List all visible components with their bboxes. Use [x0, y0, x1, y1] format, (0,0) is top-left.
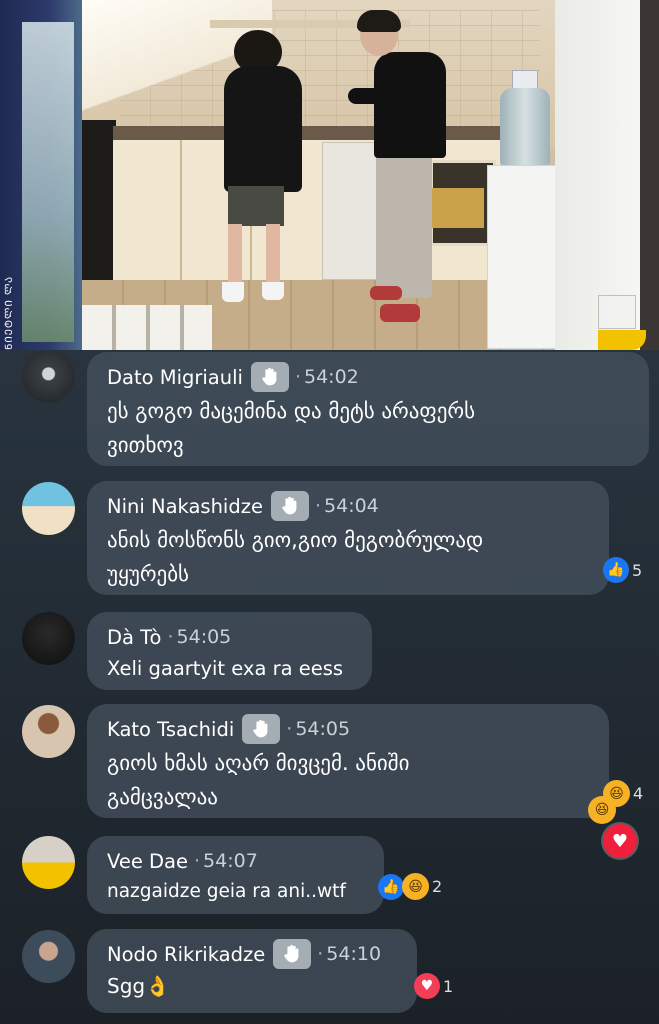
person-sock [222, 282, 244, 302]
live-video-player[interactable]: ᲜᲘᲔᲢᲚᲘ ᲚᲐ [0, 0, 659, 350]
person-leg [266, 224, 280, 286]
reaction-summary[interactable]: ♥ 1 [414, 973, 453, 999]
person-leg [228, 224, 242, 286]
oven-towel [432, 188, 484, 228]
comment-bubble[interactable]: Dato Migriauli 54:02 ეს გოგო მაცემინა და… [87, 352, 649, 466]
comment-bubble[interactable]: Dà Tò 54:05 Xeli gaartyit exa ra eess [87, 612, 372, 690]
dark-corner [82, 120, 116, 300]
comment-text: ანის მოსწონს გიო,გიო მეგობრულად უყურებს [107, 528, 484, 586]
haha-icon: 😆 [402, 873, 429, 900]
like-icon: 👍 [603, 557, 629, 583]
person-sock [262, 282, 284, 300]
avatar[interactable] [22, 930, 75, 983]
comment-bubble[interactable]: Nini Nakashidze 54:04 ანის მოსწონს გიო,გ… [87, 481, 609, 595]
commenter-name[interactable]: Vee Dae [107, 850, 188, 873]
person-hoodie [224, 66, 302, 192]
water-bottle [500, 88, 550, 166]
commenter-name[interactable]: Dà Tò [107, 626, 161, 649]
comment-bubble[interactable]: Vee Dae 54:07 nazgaidze geia ra ani..wtf [87, 836, 384, 914]
commenter-name[interactable]: Nodo Rikrikadze [107, 943, 265, 966]
person-pants [376, 152, 432, 298]
wave-badge-icon [250, 362, 289, 392]
brick-wall [640, 0, 659, 350]
cabinet-divider [180, 140, 182, 280]
avatar[interactable] [22, 350, 75, 403]
person-shorts [228, 186, 284, 226]
yellow-sign [598, 330, 646, 350]
reaction-summary[interactable]: 👍 5 [603, 557, 642, 583]
person-shoe [380, 304, 420, 322]
person-arm [348, 88, 384, 104]
comment-text: Xeli gaartyit exa ra eess [107, 657, 344, 680]
comment-bubble[interactable]: Kato Tsachidi 54:05 გიოს ხმას აღარ მივცე… [87, 704, 609, 818]
wooden-pallet [82, 305, 212, 350]
avatar[interactable] [22, 836, 75, 889]
person-shirt [374, 52, 446, 158]
commenter-name[interactable]: Dato Migriauli [107, 366, 243, 389]
comment-time: 54:05 [286, 718, 350, 740]
reaction-count: 4 [633, 784, 644, 803]
comment-bubble[interactable]: Nodo Rikrikadze 54:10 Sgg👌 [87, 929, 417, 1013]
fridge-label: ᲜᲘᲔᲢᲚᲘ ᲚᲐ [4, 275, 15, 350]
wave-badge-icon [270, 491, 309, 521]
comment-text: გიოს ხმას აღარ მივცემ. ანიში გამცვალაა [107, 751, 410, 809]
comment-text: Sgg👌 [107, 974, 170, 998]
channel-logo [598, 295, 636, 329]
reaction-count: 1 [443, 976, 454, 996]
avatar[interactable] [22, 482, 75, 535]
reaction-count: 2 [432, 877, 443, 896]
comment-time: 54:04 [315, 495, 379, 517]
reaction-count: 5 [632, 560, 643, 580]
person-hair [357, 10, 401, 32]
commenter-name[interactable]: Nini Nakashidze [107, 495, 263, 518]
avatar[interactable] [22, 612, 75, 665]
comment-time: 54:05 [167, 626, 232, 648]
comment-text: nazgaidze geia ra ani..wtf [107, 881, 346, 902]
video-frame: ᲜᲘᲔᲢᲚᲘ ᲚᲐ [0, 0, 659, 350]
fridge-glass-door [22, 22, 74, 342]
love-icon: ♥ [414, 973, 440, 999]
floating-heart-icon: ♥ [603, 824, 637, 858]
floating-haha-icon: 😆 [588, 796, 616, 824]
comment-time: 54:02 [295, 366, 359, 388]
avatar[interactable] [22, 705, 75, 758]
comment-text: ეს გოგო მაცემინა და მეტს არაფერს ვითხოვ [107, 399, 476, 457]
wave-badge-icon [273, 939, 312, 969]
commenter-name[interactable]: Kato Tsachidi [107, 718, 234, 741]
water-cooler [487, 165, 557, 349]
person-shoe [370, 286, 402, 300]
comment-time: 54:07 [194, 850, 258, 872]
like-icon: 👍 [378, 873, 404, 900]
wave-badge-icon [242, 714, 281, 744]
reaction-summary[interactable]: 👍 😆 2 [378, 873, 442, 900]
comment-time: 54:10 [317, 943, 381, 965]
